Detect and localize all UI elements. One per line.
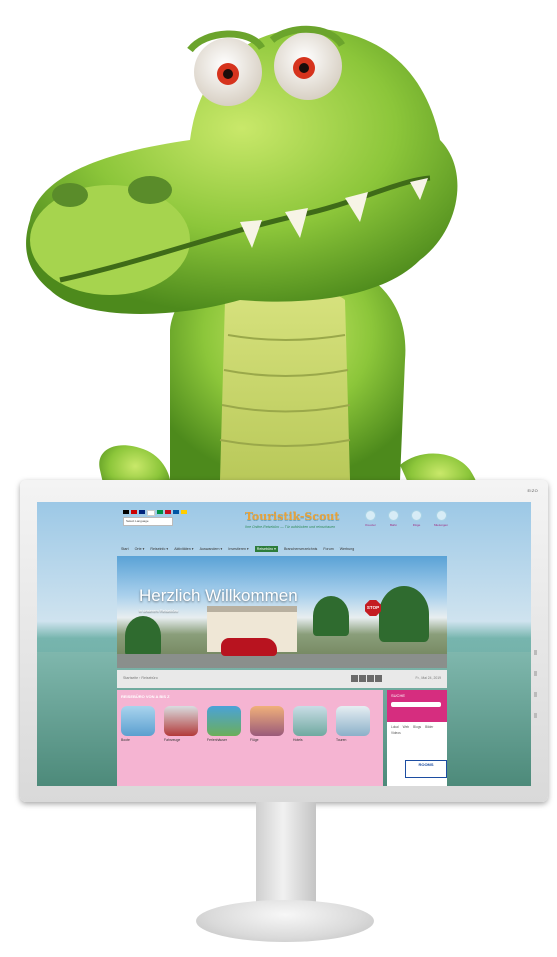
car-icon — [435, 510, 447, 521]
top-link-kreuzer[interactable]: Kreuzer — [365, 510, 376, 527]
monitor-button[interactable] — [534, 692, 537, 697]
nav-item-werbung[interactable]: Werbung — [340, 547, 355, 551]
share-icon[interactable] — [351, 675, 358, 682]
thumb-label: Ferienhäuser — [207, 738, 227, 742]
palm-tree — [313, 596, 349, 636]
current-date: Fr., Mai 24, 2019 — [415, 676, 441, 680]
thumb-hotels[interactable]: Hotels — [293, 706, 327, 742]
share-buttons — [351, 675, 382, 682]
nav-item-reisebuero[interactable]: Reisebüro ▾ — [254, 546, 278, 552]
thumb-label: Boote — [121, 738, 130, 742]
nav-item-forum[interactable]: Forum — [323, 547, 333, 551]
top-link-label: Bahn — [389, 523, 397, 527]
top-link-label: Flüge — [412, 523, 421, 527]
search-title: SUCHE — [391, 693, 406, 698]
site-logo[interactable]: Touristik-Scout — [245, 510, 339, 523]
thumb-touren[interactable]: Touren — [336, 706, 370, 742]
monitor-button[interactable] — [534, 671, 537, 676]
share-icon[interactable] — [367, 675, 374, 682]
main-nav: Start Orte ▾ Reiseinfo ▾ Aktivitäten ▾ A… — [117, 544, 447, 554]
monitor-brand: EIZO — [527, 488, 538, 493]
monitor-stand — [256, 802, 316, 912]
thumb-ferienhaeuser[interactable]: Ferienhäuser — [207, 706, 241, 742]
search-option[interactable]: Bilder — [425, 725, 433, 729]
driveway — [117, 654, 447, 668]
palm-tree — [379, 586, 429, 642]
thumb-boote[interactable]: Boote — [121, 706, 155, 742]
nav-item-investieren[interactable]: Investieren ▾ — [228, 547, 248, 551]
share-icon[interactable] — [375, 675, 382, 682]
thumb-image — [336, 706, 370, 736]
section-header: REISEBÜRO VON A BIS Z — [121, 694, 170, 699]
top-link-bahn[interactable]: Bahn — [388, 510, 399, 527]
thumb-image — [250, 706, 284, 736]
monitor-button[interactable] — [534, 713, 537, 718]
breadcrumb-bar: Startseite › Reisebüro Fr., Mai 24, 2019 — [117, 670, 447, 688]
language-flags[interactable] — [123, 510, 187, 516]
thumb-image — [164, 706, 198, 736]
language-select[interactable]: Select Language — [123, 517, 173, 526]
search-input[interactable] — [391, 702, 441, 707]
thumb-fluege[interactable]: Flüge — [250, 706, 284, 742]
thumb-label: Fahrzeuge — [164, 738, 181, 742]
top-link-label: Mietungen — [434, 523, 449, 527]
monitor: EIZO Select Language Touristik-Scout Ihr… — [20, 480, 548, 802]
search-option[interactable]: Web — [403, 725, 410, 729]
rooms-banner[interactable]: ROOMS — [405, 760, 447, 778]
plane-icon — [411, 510, 422, 521]
monitor-screen: Select Language Touristik-Scout Ihre Onl… — [37, 502, 531, 786]
website: Select Language Touristik-Scout Ihre Onl… — [117, 502, 448, 786]
hero-subtitle: in unserem Reisebüro — [139, 608, 179, 613]
crocodile-mascot — [26, 25, 480, 510]
monitor-base — [196, 900, 374, 942]
site-slogan: Ihre Online-Reisebüro — Tür aufdrücken u… — [245, 525, 336, 529]
nav-item-reiseinfo[interactable]: Reiseinfo ▾ — [150, 547, 168, 551]
search-sidebar: SUCHE Lokal Web Blogs Bilder Videos ROOM… — [387, 690, 447, 786]
share-icon[interactable] — [359, 675, 366, 682]
thumb-fahrzeuge[interactable]: Fahrzeuge — [164, 706, 198, 742]
monitor-side-buttons — [534, 650, 537, 718]
reisebuero-panel: REISEBÜRO VON A BIS Z Boote Fahrzeuge Fe… — [117, 690, 383, 786]
search-option[interactable]: Lokal — [391, 725, 399, 729]
hero-banner: STOP Herzlich Willkommen in unserem Reis… — [117, 556, 447, 668]
red-car — [221, 638, 277, 656]
thumb-label: Touren — [336, 738, 347, 742]
category-thumbs: Boote Fahrzeuge Ferienhäuser Flüge Hotel… — [121, 706, 370, 742]
search-box: SUCHE — [387, 690, 447, 722]
nav-item-orte[interactable]: Orte ▾ — [135, 547, 145, 551]
search-option[interactable]: Blogs — [413, 725, 421, 729]
top-link-mietungen[interactable]: Mietungen — [434, 510, 448, 527]
breadcrumb[interactable]: Startseite › Reisebüro — [123, 676, 158, 680]
top-link-fluege[interactable]: Flüge — [411, 510, 422, 527]
nav-item-start[interactable]: Start — [121, 547, 129, 551]
stop-sign: STOP — [365, 600, 381, 616]
monitor-button[interactable] — [534, 650, 537, 655]
nav-item-auswandern[interactable]: Auswandern ▾ — [200, 547, 223, 551]
hero-title: Herzlich Willkommen — [139, 586, 298, 605]
thumb-label: Flüge — [250, 738, 259, 742]
cruise-icon — [365, 510, 376, 521]
train-icon — [388, 510, 399, 521]
thumb-image — [121, 706, 155, 736]
search-options: Lokal Web Blogs Bilder Videos — [387, 722, 447, 738]
top-link-label: Kreuzer — [365, 523, 376, 527]
search-option[interactable]: Videos — [391, 731, 401, 735]
thumb-image — [207, 706, 241, 736]
nav-item-branchenverzeichnis[interactable]: Branchenverzeichnis — [284, 547, 317, 551]
thumb-image — [293, 706, 327, 736]
palm-tree — [125, 616, 161, 656]
nav-item-aktivitaeten[interactable]: Aktivitäten ▾ — [174, 547, 193, 551]
thumb-label: Hotels — [293, 738, 303, 742]
top-icon-links: Kreuzer Bahn Flüge Mietungen — [365, 510, 448, 527]
